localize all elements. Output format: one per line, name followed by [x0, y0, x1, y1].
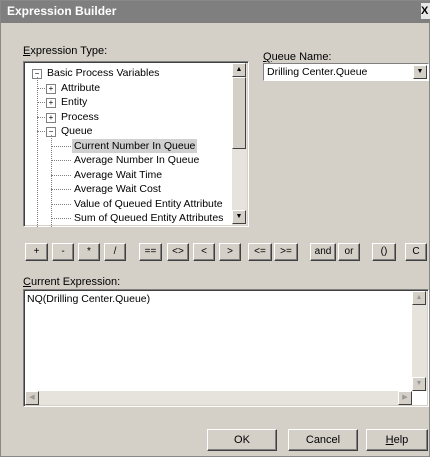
queue-name-label: Queue Name: [263, 51, 332, 63]
editor-scroll-right-icon[interactable]: ▶ [398, 391, 412, 405]
current-expression-editor[interactable]: NQ(Drilling Center.Queue) ▲ ▼ ◀ ▶ [23, 289, 429, 407]
operator-multiply-button[interactable]: * [78, 243, 100, 261]
tree-vertical-scrollbar[interactable]: ▲ ▼ [232, 63, 247, 225]
operator-divide-button[interactable]: / [104, 243, 126, 261]
expand-icon[interactable]: + [46, 83, 56, 94]
operator-plus-button[interactable]: + [25, 243, 48, 261]
queue-name-combobox[interactable]: Drilling Center.Queue ▼ [263, 63, 429, 81]
tree-item[interactable]: Queue [59, 124, 95, 138]
operator-clear-button[interactable]: C [405, 243, 427, 261]
operator-equals-button[interactable]: == [139, 243, 162, 261]
tree-item[interactable]: Process [59, 110, 101, 124]
operator-less-equal-button[interactable]: <= [248, 243, 272, 261]
close-icon[interactable]: X [421, 3, 430, 19]
scroll-down-icon[interactable]: ▼ [232, 210, 246, 224]
editor-vertical-scrollbar[interactable]: ▲ ▼ [412, 291, 427, 391]
current-expression-label: Current Expression: [23, 276, 121, 288]
operator-not-equal-button[interactable]: <> [167, 243, 189, 261]
expression-type-label: Expression Type: [23, 45, 108, 57]
tree-item[interactable]: Current Number In Queue [72, 138, 198, 153]
expand-icon[interactable]: + [46, 112, 56, 123]
tree-connector-line [51, 189, 71, 190]
tree-connector-line [51, 135, 52, 227]
chevron-down-icon[interactable]: ▼ [413, 65, 427, 79]
tree-connector-line [51, 160, 71, 161]
scroll-thumb[interactable] [232, 77, 246, 149]
operator-greater-than-button[interactable]: > [219, 243, 241, 261]
expression-type-tree[interactable]: − Basic Process Variables + Attribute + Entit… [23, 61, 249, 227]
tree-connector-line [51, 218, 71, 219]
tree-connector-line [51, 145, 71, 147]
editor-scroll-down-icon[interactable]: ▼ [412, 377, 426, 391]
expand-icon[interactable]: + [46, 98, 56, 108]
operator-or-button[interactable]: or [338, 243, 360, 261]
tree-connector-line [51, 174, 71, 176]
current-expression-text[interactable]: NQ(Drilling Center.Queue) [27, 293, 150, 305]
help-button[interactable]: Help [366, 429, 428, 451]
editor-scroll-up-icon[interactable]: ▲ [412, 291, 426, 305]
operator-greater-equal-button[interactable]: >= [274, 243, 298, 261]
title-bar: Expression Builder X [1, 1, 430, 23]
operator-minus-button[interactable]: - [52, 243, 74, 261]
tree-item[interactable]: Average Number In Queue [72, 153, 201, 167]
tree-item[interactable]: Entity [59, 95, 89, 109]
tree-item[interactable]: Attribute [59, 81, 102, 95]
cancel-button[interactable]: Cancel [288, 429, 358, 451]
tree-item[interactable]: Basic Process Variables [45, 66, 161, 80]
tree-item[interactable]: Value of Queued Entity Attribute [72, 197, 225, 211]
ok-button[interactable]: OK [207, 429, 277, 451]
tree-connector-line [37, 77, 38, 227]
tree-item[interactable]: Average Wait Time [72, 168, 164, 182]
editor-horizontal-scrollbar[interactable]: ◀ ▶ [25, 391, 412, 405]
operator-less-than-button[interactable]: < [193, 243, 215, 261]
tree-item[interactable]: Average Wait Cost [72, 182, 163, 196]
operator-parentheses-button[interactable]: () [372, 243, 396, 261]
editor-scroll-left-icon[interactable]: ◀ [25, 391, 39, 405]
window-title: Expression Builder [7, 4, 117, 18]
queue-name-value: Drilling Center.Queue [267, 66, 368, 78]
tree-connector-line [51, 203, 71, 205]
tree-item[interactable]: Sum of Queued Entity Attributes [72, 211, 225, 225]
expression-builder-window: Expression Builder X Expression Type: − B… [0, 0, 430, 457]
scroll-up-icon[interactable]: ▲ [232, 63, 246, 77]
operator-and-button[interactable]: and [310, 243, 336, 261]
